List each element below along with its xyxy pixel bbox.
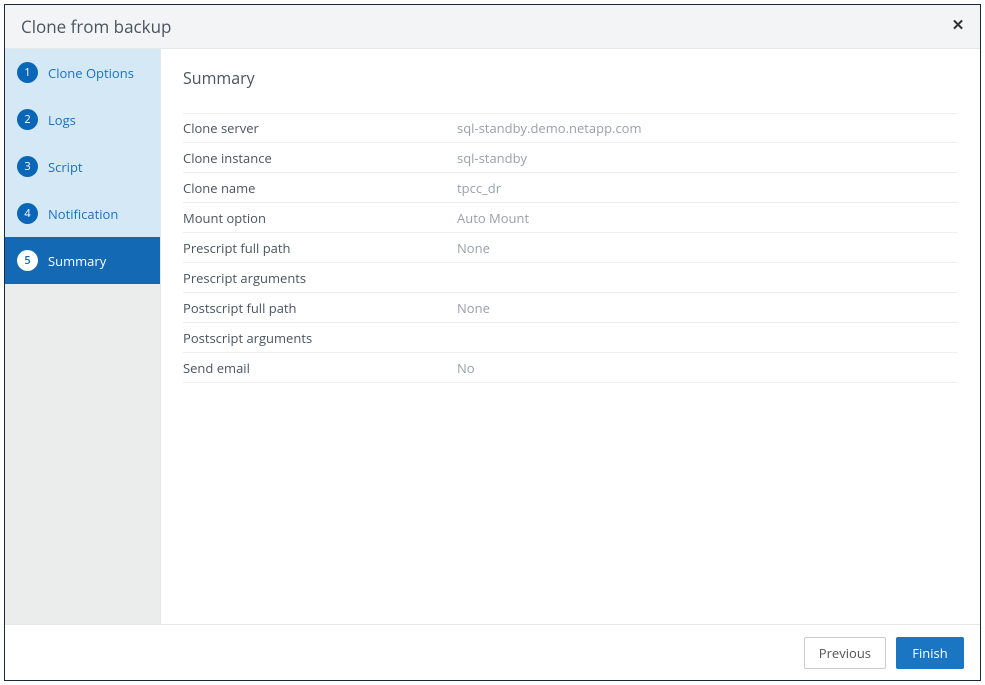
summary-label: Postscript arguments [183,329,457,347]
step-label: Notification [48,205,118,223]
step-script[interactable]: 3 Script [5,143,160,190]
step-label: Summary [48,252,106,270]
summary-label: Clone instance [183,149,457,167]
summary-row-postscript-args: Postscript arguments [183,323,958,353]
summary-label: Clone name [183,179,457,197]
summary-row-prescript-path: Prescript full path None [183,233,958,263]
step-number-badge: 2 [17,109,38,130]
summary-row-clone-instance: Clone instance sql-standby [183,143,958,173]
step-logs[interactable]: 2 Logs [5,96,160,143]
summary-label: Mount option [183,209,457,227]
summary-row-send-email: Send email No [183,353,958,383]
finish-button[interactable]: Finish [896,637,964,669]
content-heading: Summary [183,67,958,89]
dialog-body: 1 Clone Options 2 Logs 3 Script 4 Notifi… [5,49,980,624]
summary-row-postscript-path: Postscript full path None [183,293,958,323]
dialog-title: Clone from backup [21,15,171,38]
step-label: Clone Options [48,64,134,82]
step-number-badge: 1 [17,62,38,83]
previous-button[interactable]: Previous [804,637,886,669]
summary-label: Prescript arguments [183,269,457,287]
step-clone-options[interactable]: 1 Clone Options [5,49,160,96]
step-number-badge: 5 [17,250,38,271]
content-pane: Summary Clone server sql-standby.demo.ne… [161,49,980,624]
summary-value: None [457,299,958,317]
summary-value: sql-standby [457,149,958,167]
summary-row-mount-option: Mount option Auto Mount [183,203,958,233]
clone-from-backup-dialog: Clone from backup ✕ 1 Clone Options 2 Lo… [4,4,981,681]
step-label: Script [48,158,83,176]
summary-label: Clone server [183,119,457,137]
summary-table: Clone server sql-standby.demo.netapp.com… [183,113,958,383]
summary-label: Postscript full path [183,299,457,317]
step-label: Logs [48,111,76,129]
step-summary[interactable]: 5 Summary [5,237,160,284]
summary-label: Send email [183,359,457,377]
step-notification[interactable]: 4 Notification [5,190,160,237]
dialog-footer: Previous Finish [5,624,980,680]
summary-value: Auto Mount [457,209,958,227]
step-number-badge: 3 [17,156,38,177]
summary-value: None [457,239,958,257]
summary-value: tpcc_dr [457,179,958,197]
summary-row-clone-server: Clone server sql-standby.demo.netapp.com [183,113,958,143]
close-icon[interactable]: ✕ [948,15,968,35]
summary-row-prescript-args: Prescript arguments [183,263,958,293]
step-number-badge: 4 [17,203,38,224]
summary-value: No [457,359,958,377]
dialog-header: Clone from backup ✕ [5,5,980,49]
wizard-sidebar: 1 Clone Options 2 Logs 3 Script 4 Notifi… [5,49,161,624]
summary-row-clone-name: Clone name tpcc_dr [183,173,958,203]
summary-label: Prescript full path [183,239,457,257]
summary-value: sql-standby.demo.netapp.com [457,119,958,137]
